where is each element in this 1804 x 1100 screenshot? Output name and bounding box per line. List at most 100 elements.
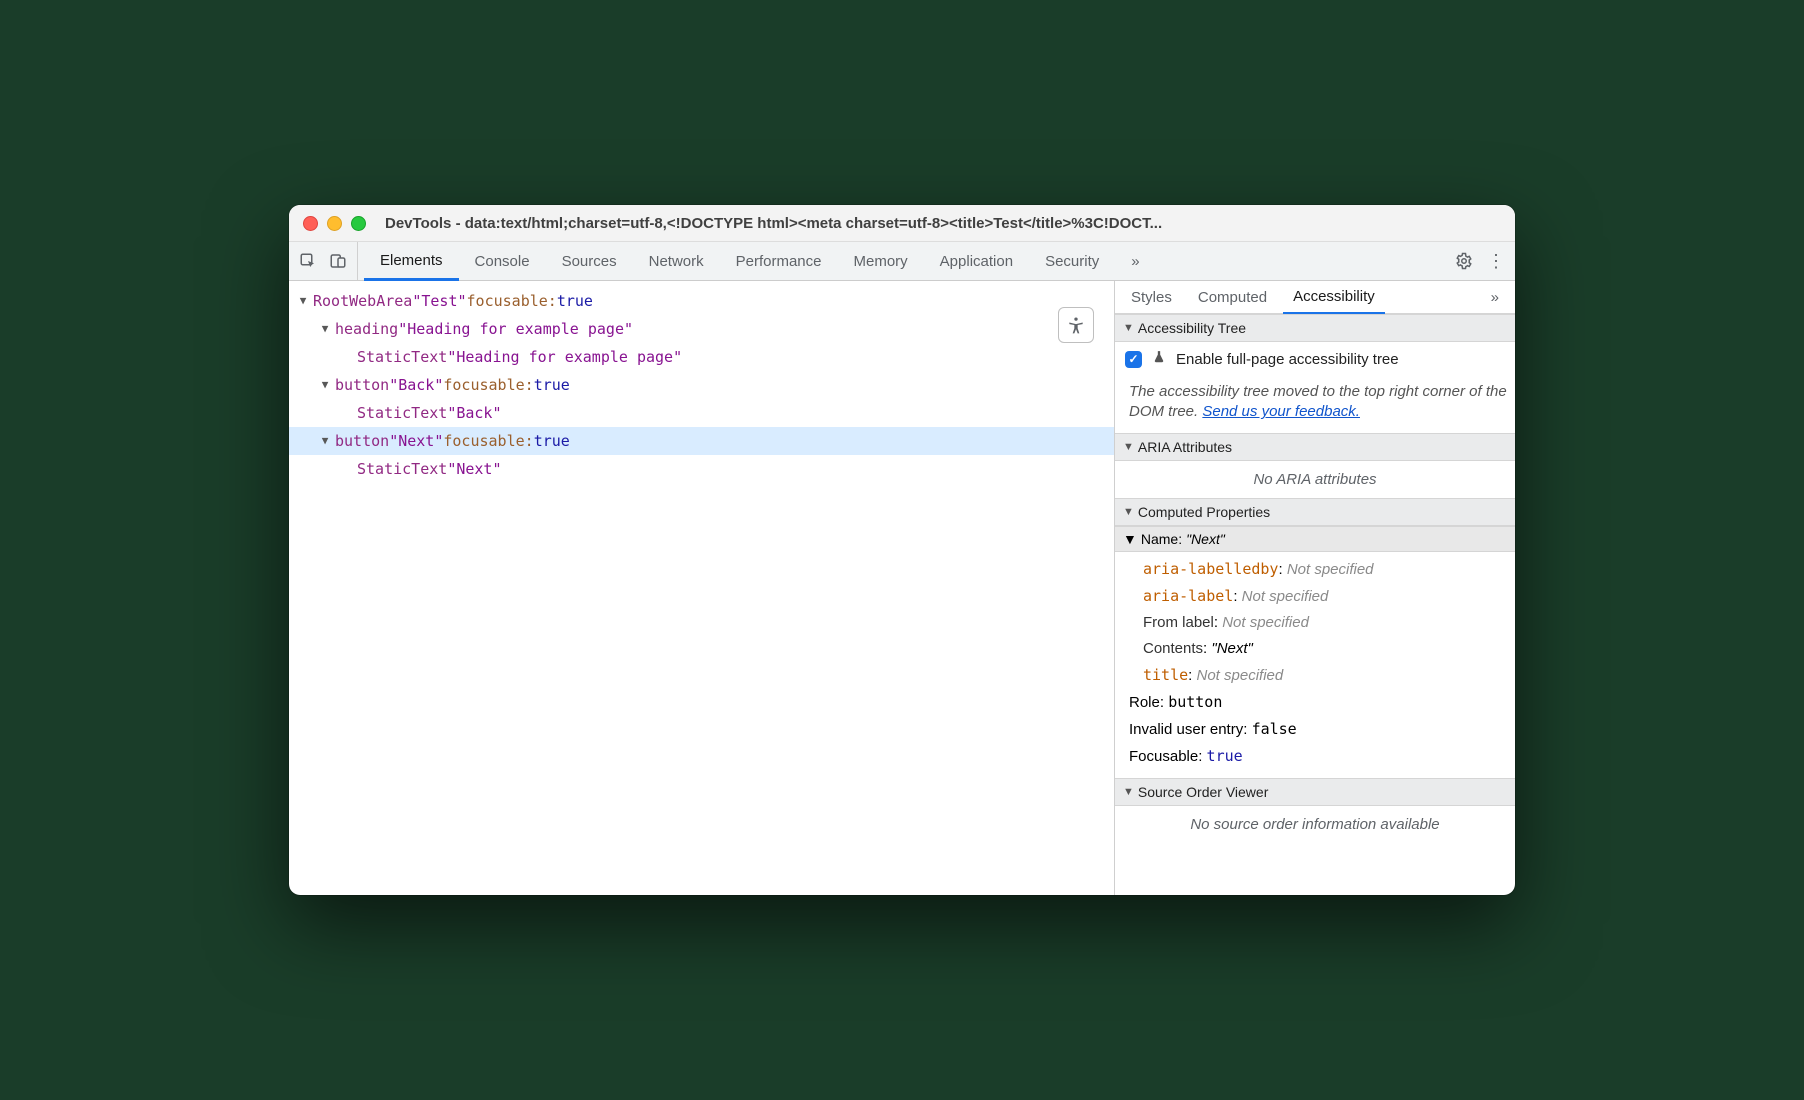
tree-str: "Back" [447, 399, 501, 427]
tree-str: "Test" [412, 287, 466, 315]
accessibility-tree-hint: The accessibility tree moved to the top … [1115, 376, 1515, 433]
titlebar: DevTools - data:text/html;charset=utf-8,… [289, 205, 1515, 242]
disclosure-triangle-icon[interactable]: ▼ [319, 427, 331, 455]
property-key: From label [1143, 614, 1214, 631]
computed-property-row: aria-labelledby: Not specified [1123, 556, 1507, 583]
tree-str: "Heading for example page" [447, 343, 682, 371]
tree-role: button [335, 427, 389, 455]
tab-elements[interactable]: Elements [364, 242, 459, 281]
tree-role: heading [335, 315, 398, 343]
tree-row[interactable]: StaticText "Back" [289, 399, 1114, 427]
sidebar-tab-computed[interactable]: Computed [1188, 281, 1277, 313]
computed-property-row: title: Not specified [1123, 662, 1507, 689]
tree-row[interactable]: ▼button "Next" focusable: true [289, 427, 1114, 455]
computed-property-row: Contents: "Next" [1123, 636, 1507, 662]
tree-val: true [557, 287, 593, 315]
tree-str: "Back" [389, 371, 443, 399]
tree-val: true [534, 427, 570, 455]
tab-memory[interactable]: Memory [838, 242, 924, 280]
section-computed-properties[interactable]: ▼ Computed Properties [1115, 498, 1515, 526]
computed-name-value: "Next" [1186, 531, 1225, 547]
device-toolbar-icon[interactable] [329, 252, 347, 270]
accessibility-mode-button[interactable] [1058, 307, 1094, 343]
inspect-element-icon[interactable] [299, 252, 317, 270]
feedback-link[interactable]: Send us your feedback. [1202, 403, 1360, 420]
property-value: Not specified [1222, 614, 1309, 631]
property-value: Not specified [1242, 588, 1329, 605]
sidebar-panel: Styles Computed Accessibility » ▼ Access… [1114, 281, 1515, 895]
tree-role: StaticText [357, 343, 447, 371]
tab-console[interactable]: Console [459, 242, 546, 280]
property-key: title [1143, 666, 1188, 684]
property-key: aria-labelledby [1143, 560, 1278, 578]
tree-val: true [534, 371, 570, 399]
property-value: false [1252, 720, 1297, 738]
minimize-window-button[interactable] [327, 216, 342, 231]
sidebar-tab-accessibility[interactable]: Accessibility [1283, 281, 1385, 315]
disclosure-triangle-icon: ▼ [1123, 506, 1134, 518]
tab-network[interactable]: Network [633, 242, 720, 280]
enable-full-page-tree-label: Enable full-page accessibility tree [1176, 351, 1399, 368]
computed-name-row[interactable]: ▼ Name: "Next" [1115, 526, 1515, 552]
sidebar-tab-styles[interactable]: Styles [1121, 281, 1182, 313]
section-accessibility-tree[interactable]: ▼ Accessibility Tree [1115, 314, 1515, 342]
computed-property-row: aria-label: Not specified [1123, 583, 1507, 610]
tabs-overflow[interactable]: » [1115, 242, 1155, 280]
tree-attr: focusable: [443, 427, 533, 455]
computed-properties-list: aria-labelledby: Not specifiedaria-label… [1115, 552, 1515, 778]
disclosure-triangle-icon: ▼ [1123, 441, 1134, 453]
tree-role: RootWebArea [313, 287, 412, 315]
property-value: Not specified [1287, 561, 1374, 578]
disclosure-triangle-icon[interactable]: ▼ [319, 315, 331, 343]
disclosure-triangle-icon: ▼ [1123, 786, 1134, 798]
window-controls [303, 216, 366, 231]
tree-role: button [335, 371, 389, 399]
property-key: Contents [1143, 640, 1203, 657]
section-source-order[interactable]: ▼ Source Order Viewer [1115, 778, 1515, 806]
tab-sources[interactable]: Sources [546, 242, 633, 280]
tree-str: "Next" [447, 455, 501, 483]
computed-property-row: From label: Not specified [1123, 610, 1507, 636]
experiment-flask-icon [1152, 350, 1166, 368]
property-key: Role: [1129, 694, 1168, 711]
sidebar-tabs-overflow[interactable]: » [1481, 281, 1509, 313]
tab-security[interactable]: Security [1029, 242, 1115, 280]
sidebar-tabs: Styles Computed Accessibility » [1115, 281, 1515, 314]
computed-property-row: Role: button [1123, 689, 1507, 716]
computed-property-row: Invalid user entry: false [1123, 716, 1507, 743]
zoom-window-button[interactable] [351, 216, 366, 231]
more-options-icon[interactable]: ⋮ [1487, 252, 1505, 270]
accessibility-tree-panel: ▼RootWebArea "Test" focusable: true▼head… [289, 281, 1114, 895]
property-value: true [1207, 747, 1243, 765]
no-aria-message: No ARIA attributes [1115, 461, 1515, 498]
disclosure-triangle-icon[interactable]: ▼ [319, 371, 331, 399]
tree-row[interactable]: StaticText "Heading for example page" [289, 343, 1114, 371]
property-key: aria-label [1143, 587, 1233, 605]
property-key: Focusable: [1129, 748, 1207, 765]
tab-application[interactable]: Application [924, 242, 1029, 280]
disclosure-triangle-icon: ▼ [1123, 531, 1137, 547]
property-value: Not specified [1197, 667, 1284, 684]
tree-attr: focusable: [443, 371, 533, 399]
tree-str: "Heading for example page" [398, 315, 633, 343]
main-toolbar: Elements Console Sources Network Perform… [289, 242, 1515, 281]
tree-attr: focusable: [467, 287, 557, 315]
devtools-window: DevTools - data:text/html;charset=utf-8,… [289, 205, 1515, 895]
section-aria-attributes[interactable]: ▼ ARIA Attributes [1115, 433, 1515, 461]
window-title: DevTools - data:text/html;charset=utf-8,… [385, 215, 1501, 232]
tree-row[interactable]: StaticText "Next" [289, 455, 1114, 483]
tree-row[interactable]: ▼RootWebArea "Test" focusable: true [289, 287, 1114, 315]
tab-performance[interactable]: Performance [720, 242, 838, 280]
no-source-order-message: No source order information available [1115, 806, 1515, 843]
close-window-button[interactable] [303, 216, 318, 231]
panel-tabs: Elements Console Sources Network Perform… [364, 242, 1156, 280]
disclosure-triangle-icon[interactable]: ▼ [297, 287, 309, 315]
tree-row[interactable]: ▼button "Back" focusable: true [289, 371, 1114, 399]
tree-role: StaticText [357, 455, 447, 483]
settings-gear-icon[interactable] [1455, 252, 1473, 270]
tree-role: StaticText [357, 399, 447, 427]
tree-str: "Next" [389, 427, 443, 455]
tree-row[interactable]: ▼heading "Heading for example page" [289, 315, 1114, 343]
enable-full-page-tree-checkbox[interactable]: ✓ [1125, 351, 1142, 368]
property-value: "Next" [1211, 640, 1253, 657]
